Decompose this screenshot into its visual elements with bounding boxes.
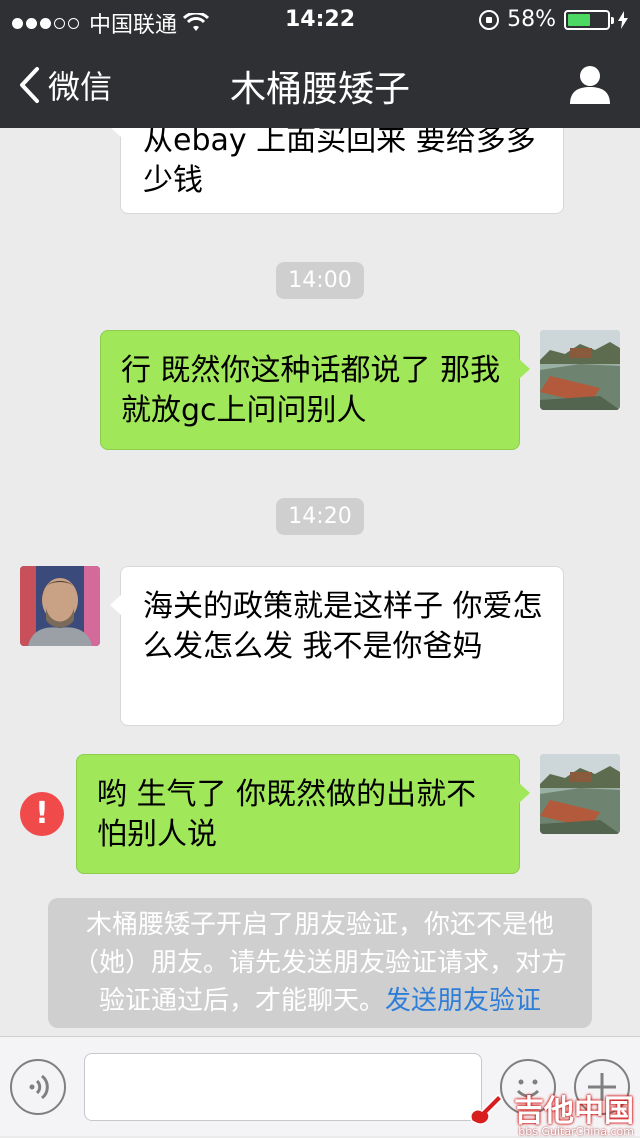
my-avatar-image [540,754,620,834]
timestamp: 14:00 [0,262,640,299]
input-bar: 吉他中国 bbs.GuitarChina.com [0,1036,640,1138]
message-bubble-incoming[interactable]: 从ebay 上面买回来 要给多多少钱 [110,128,564,214]
friend-verification-notice: 木桶腰矮子开启了朋友验证，你还不是他（她）朋友。请先发送朋友验证请求，对方验证通… [48,898,592,1028]
lock-rotation-icon [479,9,500,30]
send-friend-verification-link[interactable]: 发送朋友验证 [385,986,541,1016]
error-icon-glyph: ! [35,796,49,831]
timestamp-label: 14:00 [276,262,364,299]
timestamp-label: 14:20 [276,498,364,535]
message-input[interactable] [84,1053,482,1121]
message-text: 海关的政策就是这样子 你爱怎么发怎么发 我不是你爸妈 [143,589,543,664]
profile-icon[interactable] [568,62,612,106]
message-text: 从ebay 上面买回来 要给多多少钱 [143,128,536,198]
message-text: 哟 生气了 你既然做的出就不怕别人说 [97,777,477,852]
chat-title: 木桶腰矮子 [229,69,410,110]
message-bubble-outgoing[interactable]: 行 既然你这种话都说了 那我就放gc上问问别人 [100,330,530,450]
charging-bolt-icon [618,10,628,29]
timestamp: 14:20 [0,498,640,535]
battery-percent: 58% [507,7,556,32]
my-avatar[interactable] [540,330,620,410]
watermark-url: bbs.GuitarChina.com [518,1125,634,1138]
my-avatar-image [540,330,620,410]
status-right: 58% [479,7,628,32]
message-text: 行 既然你这种话都说了 那我就放gc上问问别人 [121,353,501,428]
chat-area[interactable]: 从ebay 上面买回来 要给多多少钱 14:00 行 既然你这种话都说了 那我就… [0,128,640,1036]
voice-button[interactable] [10,1059,66,1115]
guitar-logo-icon [470,1093,504,1125]
contact-avatar-image [20,566,100,646]
battery-icon [564,9,614,30]
message-bubble-outgoing-failed[interactable]: 哟 生气了 你既然做的出就不怕别人说 [76,754,530,874]
error-icon[interactable]: ! [20,792,64,836]
top-bar: 中国联通 14:22 58% 微信 木桶腰矮子 [0,0,640,128]
message-bubble-incoming[interactable]: 海关的政策就是这样子 你爱怎么发怎么发 我不是你爸妈 [110,566,564,726]
watermark-title: 吉他中国 [514,1094,634,1129]
my-avatar[interactable] [540,754,620,834]
battery-fill [568,13,591,26]
contact-avatar[interactable] [20,566,100,646]
status-bar: 中国联通 14:22 58% [0,0,640,40]
nav-bar: 微信 木桶腰矮子 [0,40,640,128]
watermark: 吉他中国 [468,1086,634,1130]
voice-icon [29,1074,49,1100]
